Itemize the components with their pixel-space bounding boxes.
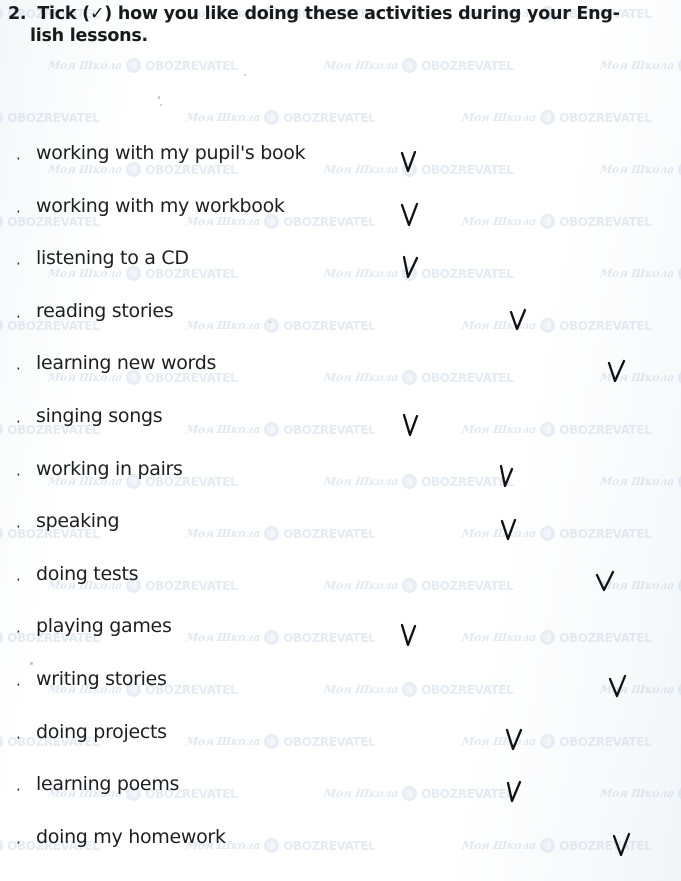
handwritten-tick-mark[interactable] (398, 621, 424, 651)
bullet-icon: · (16, 676, 21, 694)
handwritten-tick-mark[interactable] (605, 358, 631, 388)
activity-label: learning poems (36, 773, 180, 796)
activity-label: working in pairs (36, 457, 183, 480)
bullet-icon: · (16, 465, 21, 484)
handwritten-tick-mark[interactable] (503, 778, 529, 808)
handwritten-tick-mark[interactable] (496, 463, 522, 493)
activity-row[interactable]: · playing games (0, 615, 681, 655)
activity-label: working with my pupil's book (36, 142, 306, 164)
activity-label: playing games (36, 615, 172, 638)
handwritten-tick-mark[interactable] (399, 253, 425, 283)
task-number: 2. (8, 4, 27, 24)
activity-label: writing stories (36, 668, 167, 690)
activity-label: doing my homework (36, 825, 226, 848)
activity-row[interactable]: · writing stories (0, 668, 681, 708)
activity-row[interactable]: · learning poems (0, 773, 681, 813)
activity-label: doing projects (36, 720, 167, 743)
bullet-icon: · (16, 202, 21, 221)
scanned-worksheet-page: Моя ШколаOBOZREVATELМоя ШколаOBOZREVATEL… (0, 0, 681, 881)
activity-row[interactable]: · working in pairs (0, 458, 681, 498)
activity-row[interactable]: · doing tests (0, 563, 681, 603)
handwritten-tick-mark[interactable] (507, 306, 533, 336)
bullet-icon: · (16, 307, 21, 326)
activity-label: learning new words (36, 352, 217, 375)
bullet-icon: · (16, 623, 21, 642)
activity-row[interactable]: · listening to a CD (0, 247, 681, 287)
handwritten-tick-mark[interactable] (503, 726, 529, 756)
handwritten-tick-mark[interactable] (398, 148, 424, 178)
activity-row[interactable]: · doing my homework (0, 826, 681, 866)
bullet-icon: · (16, 833, 21, 852)
activity-label: listening to a CD (36, 247, 189, 270)
activity-label: working with my workbook (36, 194, 285, 217)
bullet-icon: · (16, 781, 21, 800)
bullet-icon: · (16, 518, 21, 537)
handwritten-tick-mark[interactable] (399, 201, 425, 231)
activity-label: singing songs (36, 405, 163, 427)
worksheet-content: 2. Tick (✓) how you like doing these acti… (0, 0, 681, 881)
prompt-line-1: 2. Tick (✓) how you like doing these acti… (8, 4, 620, 24)
handwritten-tick-mark[interactable] (400, 411, 426, 441)
bullet-icon: · (16, 728, 21, 747)
activity-row[interactable]: · doing projects (0, 721, 681, 761)
activity-label: speaking (36, 510, 120, 533)
bullet-icon: · (16, 255, 21, 274)
bullet-icon: · (16, 360, 21, 379)
prompt-line-2: lish lessons. (30, 26, 148, 46)
activity-row[interactable]: · reading stories (0, 300, 681, 340)
handwritten-tick-mark[interactable] (606, 673, 632, 703)
activity-row[interactable]: · speaking (0, 510, 681, 550)
activity-row[interactable]: · learning new words (0, 352, 681, 392)
bullet-icon: · (16, 413, 21, 431)
bullet-icon: · (16, 150, 21, 168)
activity-label: doing tests (36, 562, 139, 585)
bullet-icon: · (16, 570, 21, 589)
handwritten-tick-mark[interactable] (498, 516, 524, 546)
activity-row[interactable]: · singing songs (0, 405, 681, 445)
handwritten-tick-mark[interactable] (594, 568, 620, 598)
activity-label: reading stories (36, 299, 174, 322)
activity-row[interactable]: · working with my pupil's book (0, 142, 681, 182)
handwritten-tick-mark[interactable] (610, 831, 636, 861)
prompt-text-line-1: Tick (✓) how you like doing these activi… (37, 4, 620, 24)
activity-row[interactable]: · working with my workbook (0, 195, 681, 235)
